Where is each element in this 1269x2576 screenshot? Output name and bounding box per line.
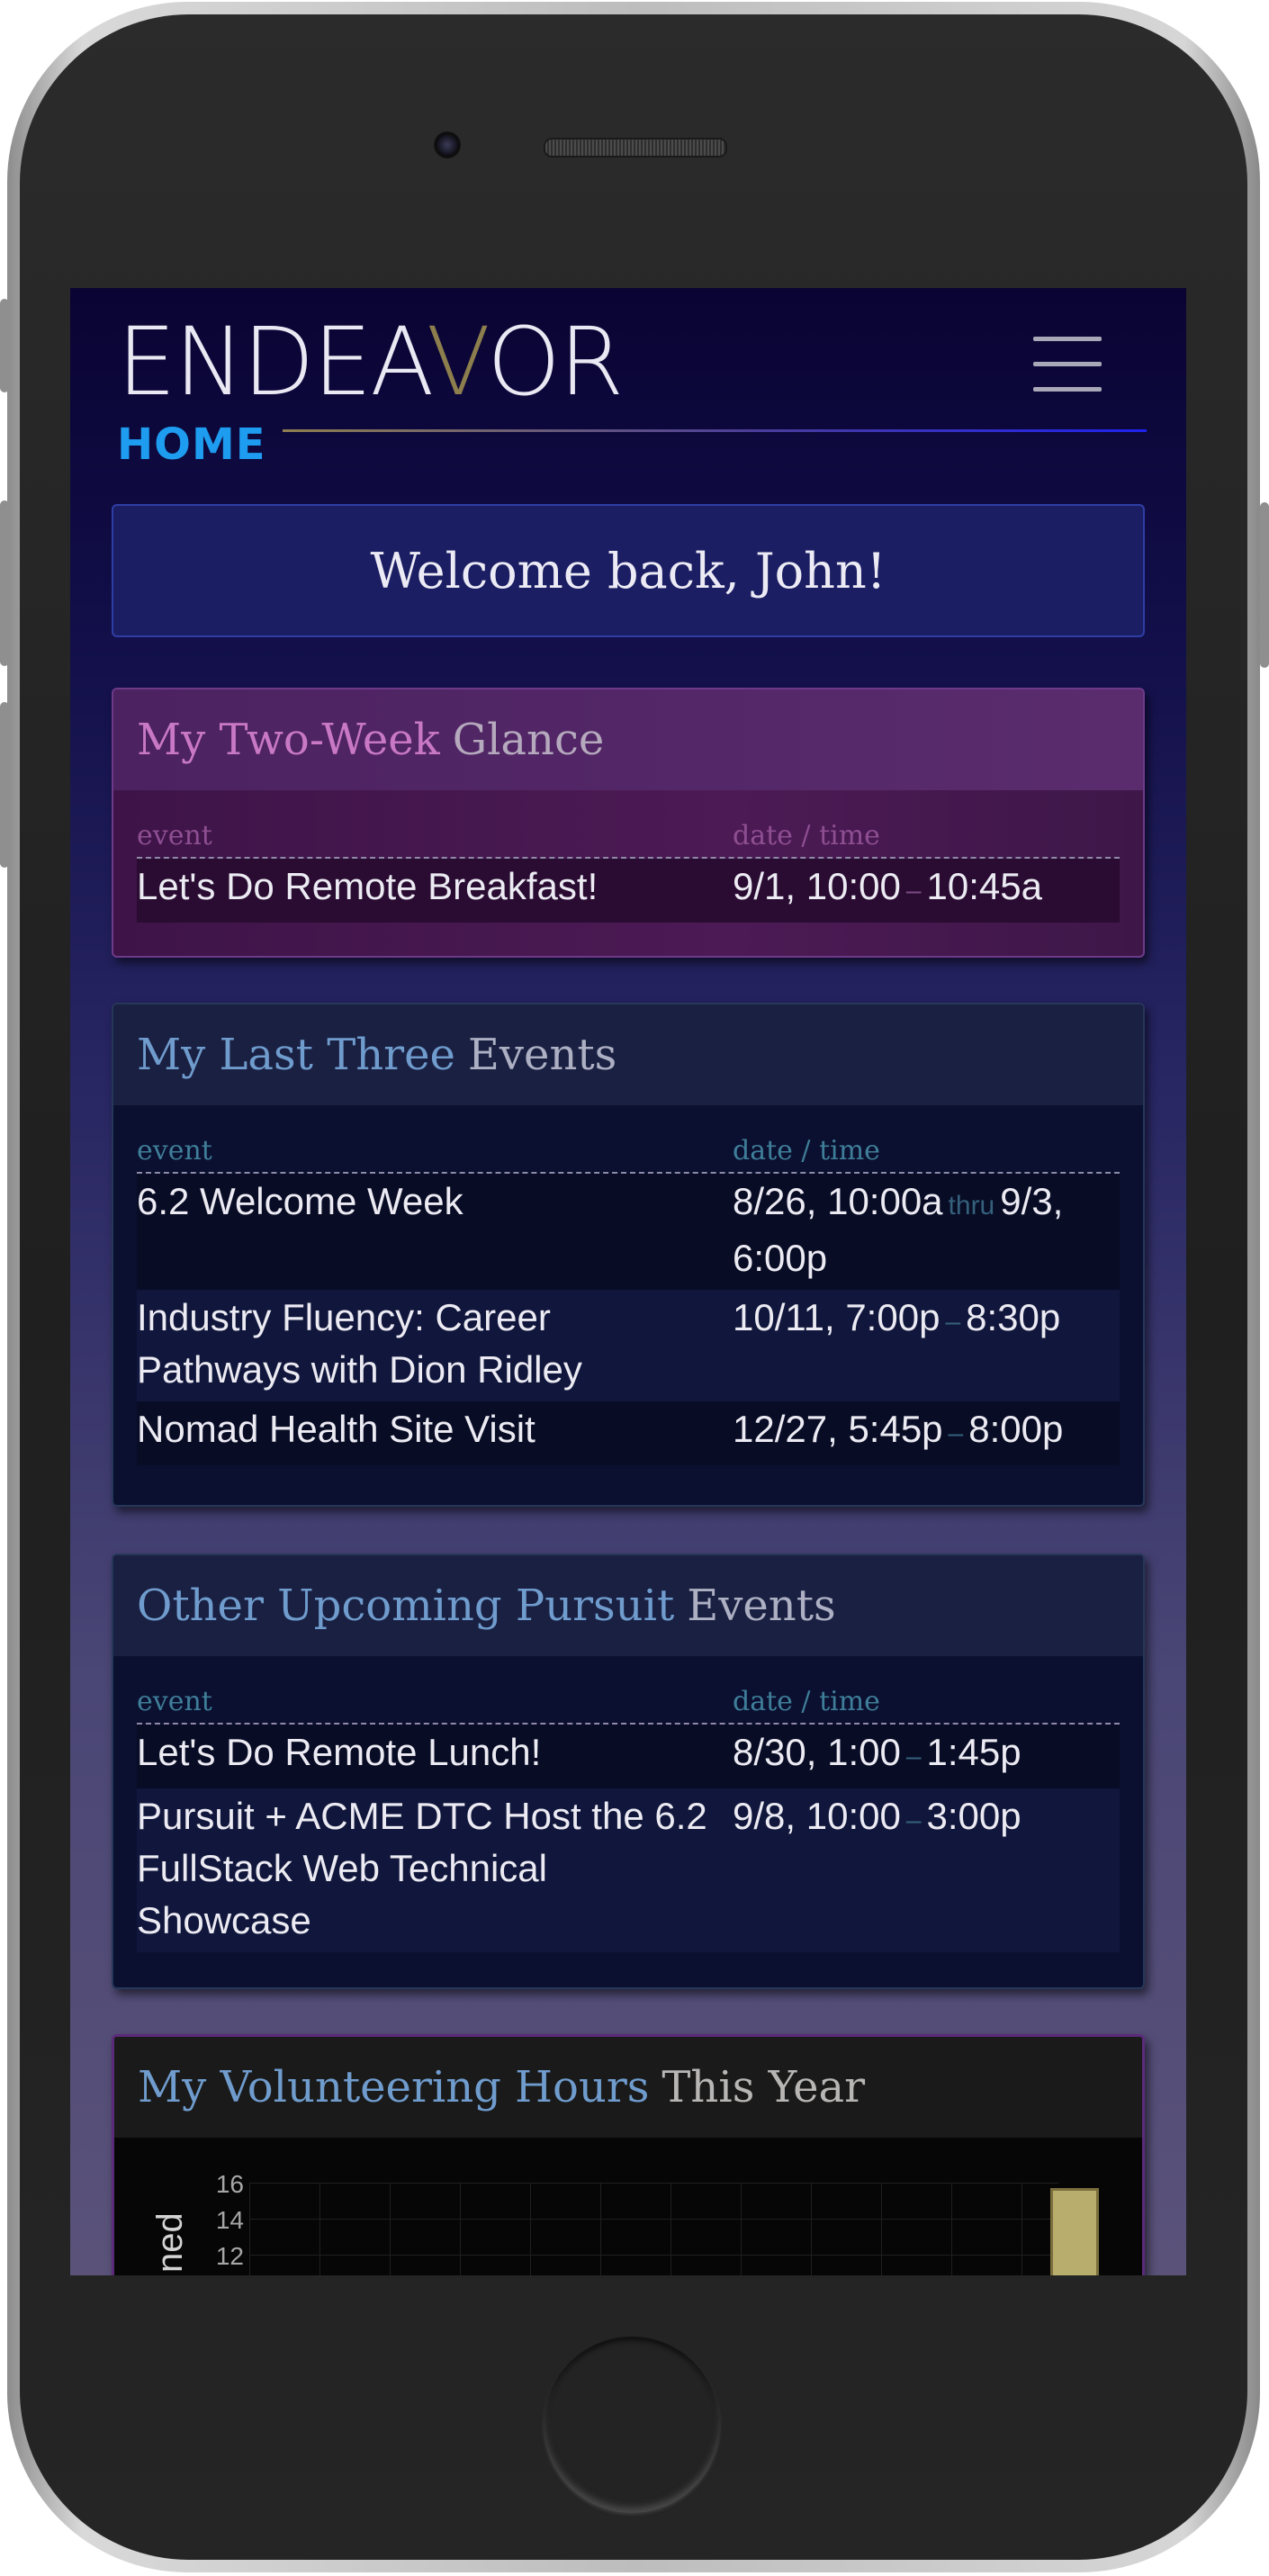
page-title: HOME	[117, 419, 266, 470]
column-header-event: event	[137, 1686, 212, 1717]
column-header-event: event	[137, 820, 212, 851]
table-header: event date / time	[137, 1105, 1120, 1174]
table-row[interactable]: Let's Do Remote Lunch! 8/30, 1:00–1:45p	[137, 1725, 1120, 1788]
other-upcoming-events-card: Other Upcoming Pursuit Events event date …	[112, 1554, 1145, 1989]
table-row[interactable]: Pursuit + ACME DTC Host the 6.2 FullStac…	[137, 1788, 1120, 1952]
table-row[interactable]: Nomad Health Site Visit 12/27, 5:45p –8:0…	[137, 1401, 1120, 1465]
card-title: My Last Three Events	[113, 1004, 1143, 1105]
event-time: 12/27, 5:45p –8:00p	[733, 1408, 1064, 1450]
event-name[interactable]: Pursuit + ACME DTC Host the 6.2 FullStac…	[137, 1790, 733, 1947]
app-screen: ENDEAVOR HOME Welcome back, John! My Two…	[70, 288, 1186, 2275]
last-three-events-card: My Last Three Events event date / time 6.…	[112, 1003, 1145, 1507]
table-header: event date / time	[137, 790, 1120, 859]
event-name[interactable]: Industry Fluency: Career Pathways with D…	[137, 1292, 733, 1396]
event-time: 8/26, 10:00a thru 9/3, 6:00p	[733, 1180, 1064, 1279]
column-header-event: event	[137, 1135, 212, 1166]
card-title: Other Upcoming Pursuit Events	[113, 1555, 1143, 1656]
chart-bar[interactable]	[1050, 2188, 1099, 2275]
column-header-date: date / time	[733, 820, 880, 851]
event-time: 10/11, 7:00p –8:30p	[733, 1296, 1061, 1338]
event-time: 9/8, 10:00–3:00p	[733, 1795, 1022, 1837]
volume-down-button	[0, 702, 9, 868]
power-button	[1260, 502, 1269, 668]
y-tick-label: 14	[215, 2206, 244, 2234]
header-divider	[283, 429, 1147, 432]
volume-up-button	[0, 500, 9, 666]
welcome-banner: Welcome back, John!	[112, 504, 1145, 637]
brand-logo[interactable]: ENDEAVOR	[117, 315, 624, 409]
event-time: 9/1, 10:00–10:45a	[733, 865, 1042, 907]
table-header: event date / time	[137, 1656, 1120, 1725]
y-tick-label: 16	[215, 2170, 244, 2198]
hamburger-menu-icon[interactable]	[1033, 337, 1102, 392]
earpiece-speaker	[544, 138, 727, 158]
event-name[interactable]: 6.2 Welcome Week	[137, 1175, 733, 1284]
y-tick-label: 12	[215, 2242, 244, 2270]
two-week-glance-card: My Two-Week Glance event date / time Let'…	[112, 688, 1145, 958]
front-camera	[434, 131, 461, 158]
event-name[interactable]: Nomad Health Site Visit	[137, 1403, 733, 1460]
column-header-date: date / time	[733, 1686, 880, 1717]
chart-grid	[249, 2183, 1059, 2275]
table-row[interactable]: Let's Do Remote Breakfast! 9/1, 10:00–10…	[137, 859, 1120, 923]
volunteering-hours-card: My Volunteering Hours This Year ned 16 14…	[112, 2034, 1145, 2275]
home-button[interactable]	[544, 2337, 720, 2513]
y-axis-label: ned	[150, 2212, 190, 2273]
event-name[interactable]: Let's Do Remote Breakfast!	[137, 860, 733, 917]
card-title: My Two-Week Glance	[113, 689, 1143, 790]
silent-switch	[0, 299, 9, 392]
table-row[interactable]: Industry Fluency: Career Pathways with D…	[137, 1290, 1120, 1401]
event-time: 8/30, 1:00–1:45p	[733, 1731, 1022, 1773]
column-header-date: date / time	[733, 1135, 880, 1166]
table-row[interactable]: 6.2 Welcome Week 8/26, 10:00a thru 9/3, 6:…	[137, 1174, 1120, 1290]
event-name[interactable]: Let's Do Remote Lunch!	[137, 1726, 733, 1783]
card-title: My Volunteering Hours This Year	[114, 2037, 1142, 2138]
volunteering-chart: ned 16 14 12	[114, 2138, 1142, 2275]
